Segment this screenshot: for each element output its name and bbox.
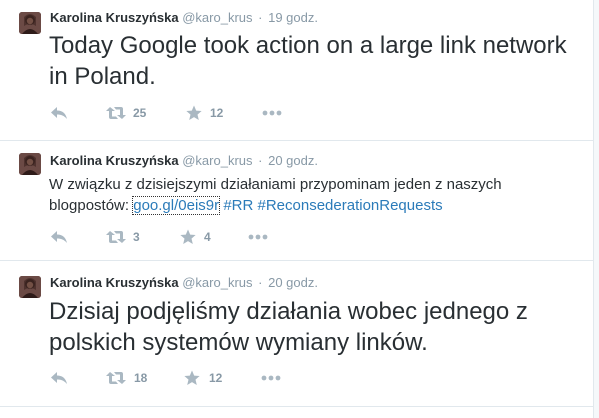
tweet-item[interactable]: Karolina Kruszyńska @karo_krus · 19 godz… <box>0 0 593 141</box>
avatar[interactable] <box>19 12 41 34</box>
reply-icon <box>51 372 67 384</box>
favorite-button[interactable]: 12 <box>186 105 223 121</box>
author-handle[interactable]: @karo_krus <box>182 153 252 168</box>
reply-button[interactable] <box>50 229 68 245</box>
retweet-icon <box>106 372 126 384</box>
retweet-button[interactable]: 18 <box>106 370 147 386</box>
retweet-icon <box>106 231 126 243</box>
tweet-text: Dzisiaj podjęliśmy działania wobec jedne… <box>49 298 528 356</box>
retweet-count: 18 <box>134 371 148 385</box>
tweet-timestamp[interactable]: 20 godz. <box>268 153 318 168</box>
reply-icon <box>51 107 67 119</box>
hashtag-link[interactable]: #RR <box>223 197 253 214</box>
author-handle[interactable]: @karo_krus <box>182 275 252 290</box>
hashtag-link[interactable]: #ReconsederationRequests <box>258 197 443 214</box>
star-icon <box>186 105 202 120</box>
retweet-icon <box>106 107 126 119</box>
avatar-image <box>19 153 41 175</box>
more-button[interactable] <box>261 370 281 386</box>
tweet-text: Today Google took action on a large link… <box>49 32 567 90</box>
author-handle[interactable]: @karo_krus <box>182 10 252 25</box>
favorite-button[interactable]: 4 <box>180 229 211 245</box>
tweet-timestamp[interactable]: 19 godz. <box>268 10 318 25</box>
author-name[interactable]: Karolina Kruszyńska <box>50 275 179 290</box>
tweet-item[interactable]: Karolina Kruszyńska @karo_krus · 20 godz… <box>0 141 593 261</box>
author-name[interactable]: Karolina Kruszyńska <box>50 10 179 25</box>
separator-dot: · <box>258 275 263 290</box>
more-icon <box>262 110 282 116</box>
retweet-button[interactable]: 3 <box>106 229 140 245</box>
retweet-count: 3 <box>133 230 140 244</box>
avatar[interactable] <box>19 276 41 298</box>
right-edge-border <box>593 0 599 418</box>
retweet-count: 25 <box>133 106 147 120</box>
star-icon <box>184 370 200 385</box>
reply-icon <box>51 231 67 243</box>
more-icon <box>248 234 268 240</box>
favorite-count: 4 <box>204 230 211 244</box>
tweet-timestamp[interactable]: 20 godz. <box>268 275 318 290</box>
avatar[interactable] <box>19 153 41 175</box>
separator-dot: · <box>258 153 263 168</box>
separator-dot: · <box>258 10 263 25</box>
avatar-image <box>19 276 41 298</box>
avatar-image <box>19 12 41 34</box>
retweet-button[interactable]: 25 <box>106 105 146 121</box>
tweet-text: W związku z dzisiejszymi działaniami prz… <box>49 174 569 216</box>
author-name[interactable]: Karolina Kruszyńska <box>50 153 179 168</box>
more-button[interactable] <box>248 229 268 245</box>
next-tweet-edge <box>0 407 593 418</box>
reply-button[interactable] <box>50 370 68 386</box>
reply-button[interactable] <box>50 105 68 121</box>
tweet-item[interactable]: Karolina Kruszyńska @karo_krus · 20 godz… <box>0 261 593 407</box>
tweet-link[interactable]: goo.gl/0eis9r <box>132 196 221 215</box>
tweet-header: Karolina Kruszyńska @karo_krus · 19 godz… <box>50 10 318 25</box>
favorite-button[interactable]: 12 <box>184 370 222 386</box>
more-button[interactable] <box>262 105 282 121</box>
favorite-count: 12 <box>210 106 224 120</box>
more-icon <box>261 375 281 381</box>
tweet-header: Karolina Kruszyńska @karo_krus · 20 godz… <box>50 275 318 290</box>
favorite-count: 12 <box>209 371 223 385</box>
tweet-header: Karolina Kruszyńska @karo_krus · 20 godz… <box>50 153 318 168</box>
star-icon <box>180 229 196 244</box>
